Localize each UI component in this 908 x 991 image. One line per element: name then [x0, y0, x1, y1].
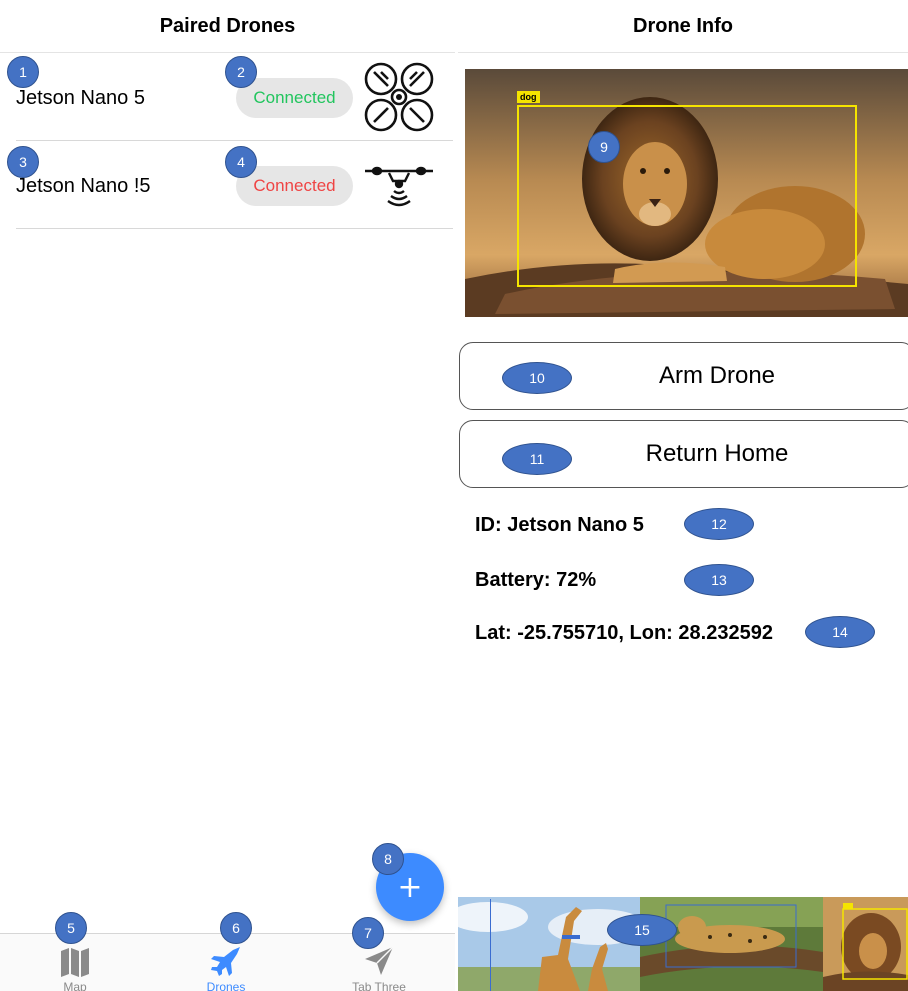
page-title: Paired Drones: [0, 0, 455, 53]
paper-plane-icon: [365, 946, 394, 975]
annotation-badge: 13: [684, 564, 754, 596]
tab-drones[interactable]: Drones: [151, 934, 301, 991]
drone-name: Jetson Nano 5: [16, 87, 145, 109]
annotation-badge: 10: [502, 362, 572, 394]
gps-location: Lat: -25.755710, Lon: 28.232592: [475, 622, 773, 644]
detection-box: [517, 105, 857, 287]
drone-id: ID: Jetson Nano 5: [475, 514, 644, 536]
battery-level: Battery: 72%: [475, 569, 597, 591]
drone-info-screen: Drone Info dog Arm Drone Return Home ID:…: [458, 0, 908, 991]
drone-name: Jetson Nano !5: [16, 175, 151, 197]
annotation-badge: 14: [805, 616, 875, 648]
annotation-badge: 2: [225, 56, 257, 88]
tab-label: Drones: [206, 980, 246, 991]
status-badge: Connected: [236, 166, 353, 206]
annotation-badge: 7: [352, 917, 384, 949]
annotation-badge: 1: [7, 56, 39, 88]
status-badge: Connected: [236, 78, 353, 118]
jet-icon: [211, 947, 240, 976]
annotation-badge: 3: [7, 146, 39, 178]
thumbnail-lion[interactable]: [823, 897, 908, 991]
page-title: Drone Info: [458, 0, 908, 53]
thumbnail-leopard[interactable]: [640, 897, 823, 991]
detection-thumbnails[interactable]: [458, 897, 908, 991]
annotation-badge: 12: [684, 508, 754, 540]
annotation-badge: 4: [225, 146, 257, 178]
annotation-badge: 9: [588, 131, 620, 163]
detection-label: dog: [517, 91, 540, 103]
map-icon: [61, 948, 89, 977]
thumbnail-giraffe[interactable]: [458, 897, 640, 991]
tab-label: Map: [63, 980, 87, 991]
annotation-badge: 8: [372, 843, 404, 875]
annotation-badge: 11: [502, 443, 572, 475]
quadcopter-icon: [364, 62, 434, 132]
tab-label: Tab Three: [352, 980, 406, 991]
drone-signal-icon: [365, 166, 433, 207]
paired-drones-screen: Paired Drones Jetson Nano 5 Connected Je…: [0, 0, 455, 991]
camera-feed: dog: [465, 69, 908, 317]
annotation-badge: 15: [607, 914, 677, 946]
annotation-badge: 6: [220, 912, 252, 944]
annotation-badge: 5: [55, 912, 87, 944]
